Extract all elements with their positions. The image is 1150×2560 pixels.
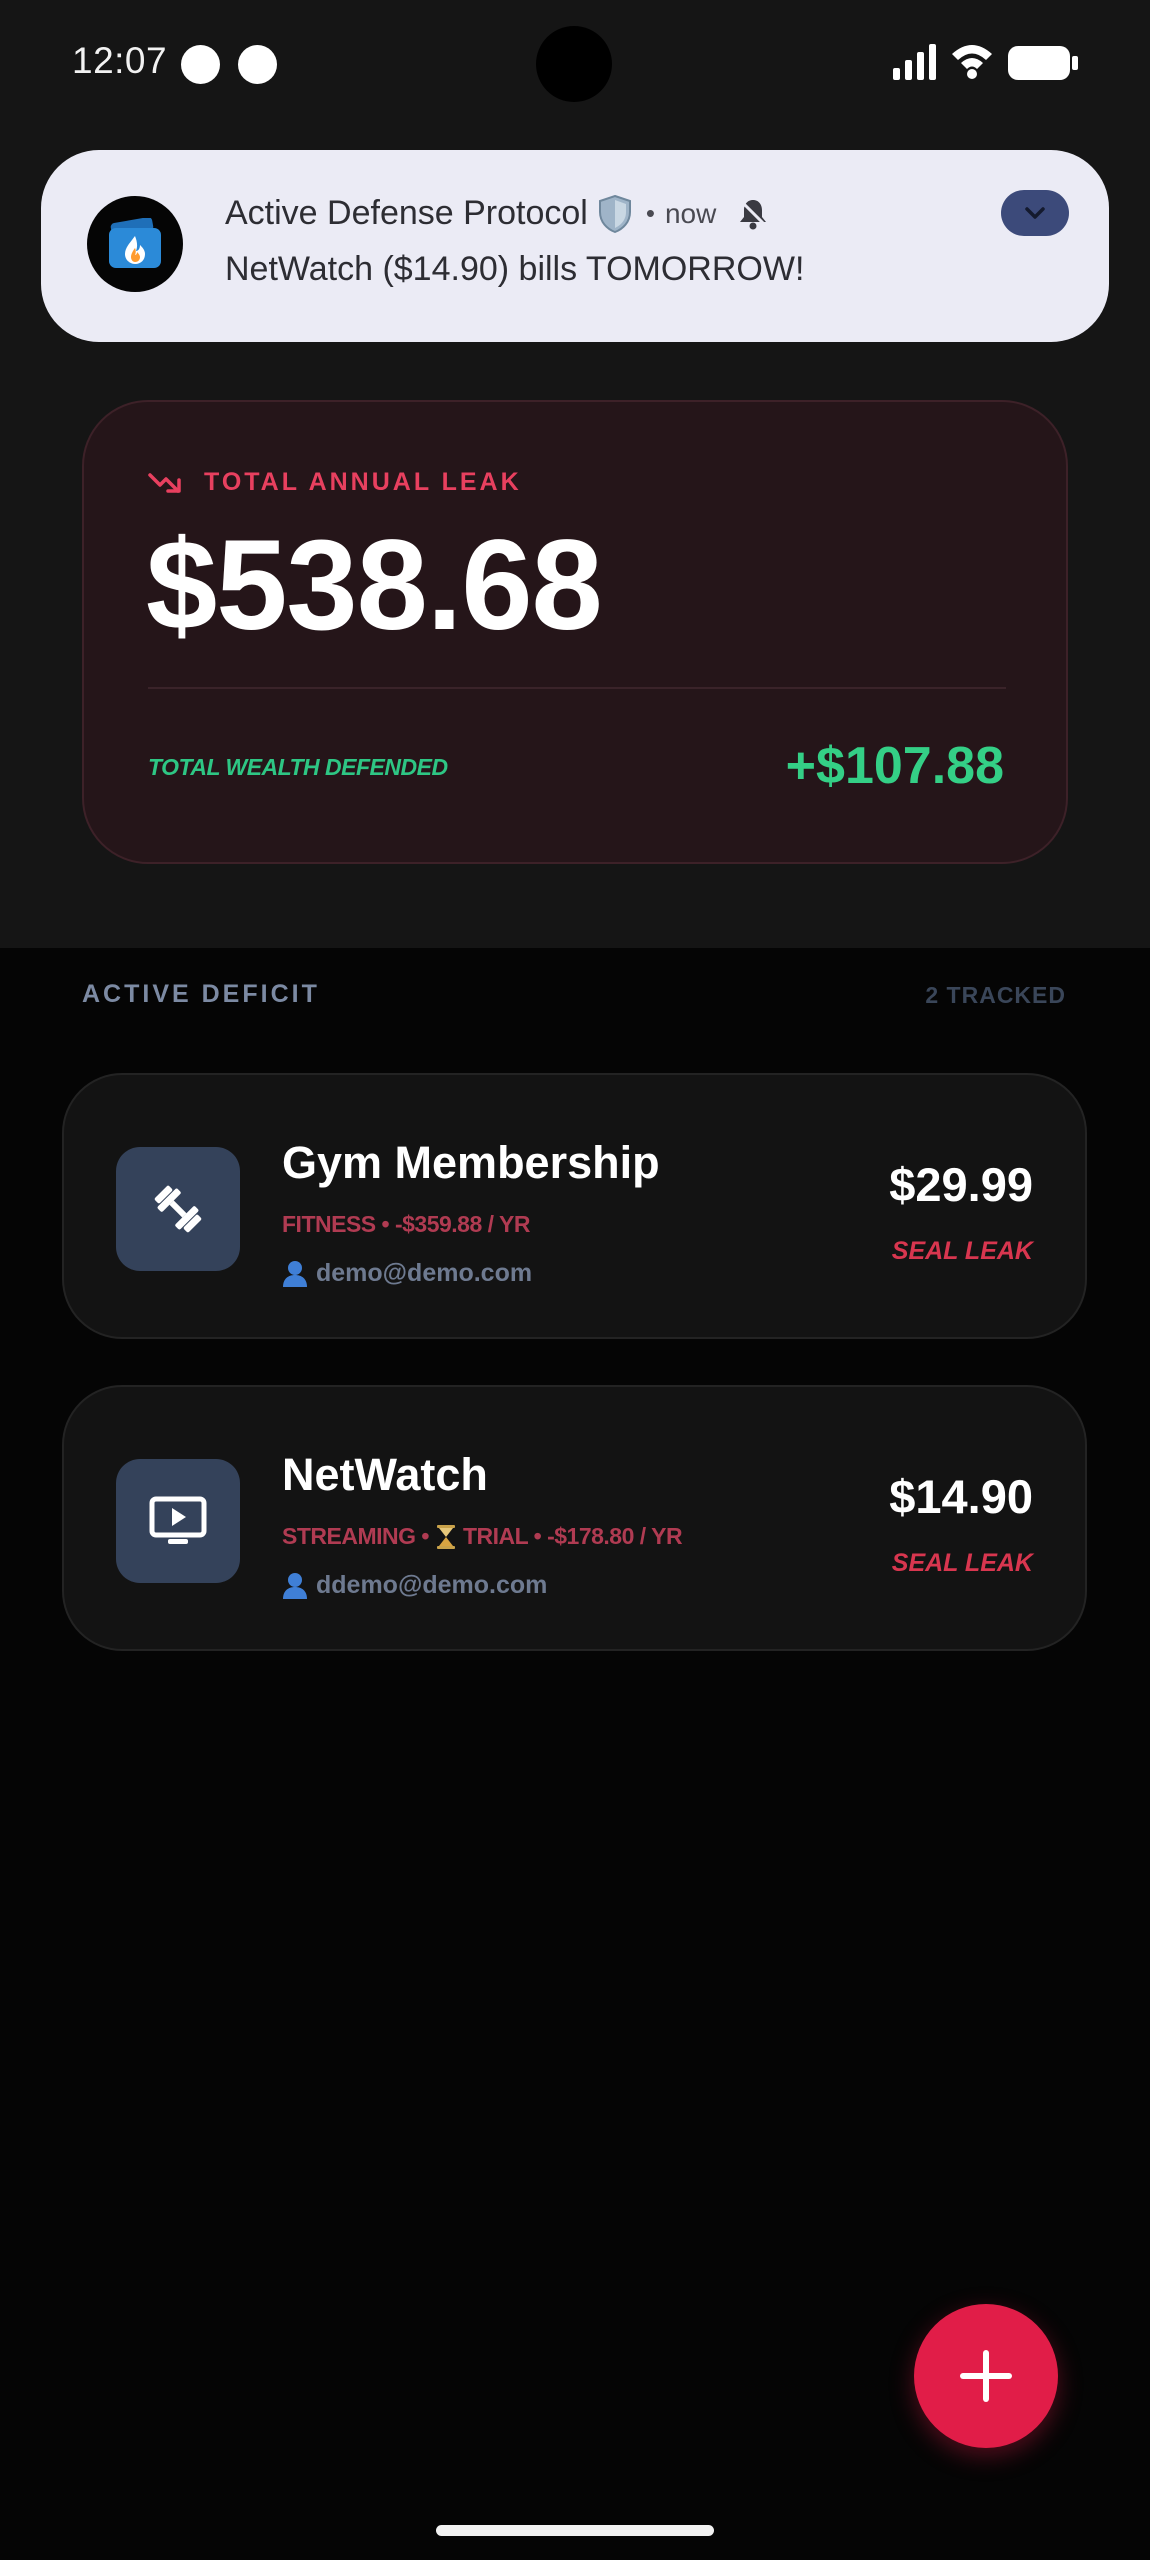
notification-time: now	[664, 197, 717, 229]
subscription-name: Gym Membership	[282, 1137, 660, 1188]
app-screen: 12:07 Active Defense Protocol • now NetW…	[0, 0, 1150, 2560]
annual-leak-card: TOTAL ANNUAL LEAK $538.68 TOTAL WEALTH D…	[82, 400, 1068, 864]
account-email: ddemo@demo.com	[316, 1571, 548, 1599]
account-email: demo@demo.com	[316, 1259, 533, 1287]
tv-play-icon	[116, 1459, 240, 1583]
plus-icon	[960, 2350, 1012, 2402]
bell-icon	[738, 198, 768, 230]
subscription-card[interactable]: NetWatch STREAMING • TRIAL • -$178.80 / …	[62, 1385, 1087, 1651]
notification-body: NetWatch ($14.90) bills TOMORROW!	[225, 250, 805, 288]
wifi-icon	[952, 45, 992, 79]
subscription-name: NetWatch	[282, 1449, 488, 1500]
add-subscription-button[interactable]	[914, 2304, 1058, 2448]
defended-amount: +$107.88	[785, 737, 1004, 795]
notification-title: Active Defense Protocol	[225, 194, 588, 232]
leak-label: TOTAL ANNUAL LEAK	[204, 468, 522, 496]
dumbbell-icon	[116, 1147, 240, 1271]
chevron-down-icon	[1025, 207, 1045, 219]
user-icon	[283, 1572, 307, 1599]
battery-icon	[1008, 46, 1078, 80]
leak-amount: $538.68	[146, 514, 603, 657]
subscription-price: $14.90	[889, 1470, 1033, 1523]
subscription-meta: FITNESS • -$359.88 / YR	[282, 1211, 530, 1237]
status-bar: 12:07	[0, 0, 1150, 130]
subscription-account: demo@demo.com	[282, 1259, 532, 1288]
separator-dot: •	[645, 198, 655, 228]
notification-dot-icon	[238, 45, 277, 84]
meta-category: STREAMING •	[282, 1523, 429, 1549]
seal-leak-button[interactable]: SEAL LEAK	[892, 1237, 1033, 1266]
subscription-price: $29.99	[889, 1158, 1033, 1211]
status-clock: 12:07	[72, 40, 168, 81]
home-indicator[interactable]	[436, 2525, 714, 2536]
meta-details: TRIAL • -$178.80 / YR	[462, 1523, 683, 1549]
hourglass-icon	[436, 1524, 455, 1549]
defended-label: TOTAL WEALTH DEFENDED	[148, 754, 448, 780]
camera-cutout	[536, 26, 612, 102]
leak-label-row: TOTAL ANNUAL LEAK	[148, 468, 522, 497]
tracked-count: 2 TRACKED	[925, 982, 1066, 1008]
notification-header: Active Defense Protocol • now	[225, 194, 768, 233]
user-icon	[283, 1260, 307, 1287]
expand-notification-button[interactable]	[1001, 190, 1069, 236]
notification-dot-icon	[181, 45, 220, 84]
subscription-account: ddemo@demo.com	[282, 1571, 547, 1600]
subscription-meta: STREAMING • TRIAL • -$178.80 / YR	[282, 1523, 683, 1550]
trending-down-icon	[148, 472, 181, 493]
signal-icon	[893, 44, 936, 80]
divider	[148, 687, 1006, 689]
shield-icon	[598, 194, 632, 233]
wallet-fire-icon	[87, 196, 183, 292]
section-title: ACTIVE DEFICIT	[82, 980, 320, 1008]
subscription-card[interactable]: Gym Membership FITNESS • -$359.88 / YR d…	[62, 1073, 1087, 1339]
seal-leak-button[interactable]: SEAL LEAK	[892, 1549, 1033, 1578]
notification-banner[interactable]: Active Defense Protocol • now NetWatch (…	[41, 150, 1109, 342]
